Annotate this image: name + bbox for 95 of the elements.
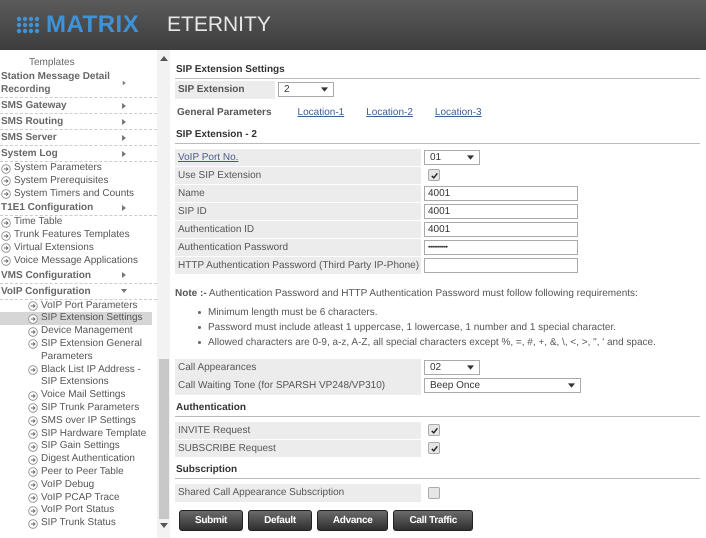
menu-item[interactable]: SIP Trunk Status xyxy=(0,517,152,530)
arrow-icon xyxy=(28,301,38,312)
arrow-icon xyxy=(28,365,38,376)
menu-item[interactable]: System Prerequisites xyxy=(0,174,157,188)
dropdown-icon xyxy=(568,383,575,388)
menu-item[interactable]: Voice Message Applications xyxy=(0,254,157,268)
parameter-tab[interactable]: General Parameters xyxy=(177,106,272,118)
arrow-icon xyxy=(28,429,38,440)
requirement-text: Password must include atleast 1 uppercase, 1 lowercase, 1 number and 1 special character. xyxy=(208,321,616,335)
dropdown-icon xyxy=(467,365,474,370)
field-label: Call Appearances xyxy=(175,359,421,376)
field-label: SIP ID xyxy=(175,202,421,220)
arrow-icon xyxy=(28,493,38,504)
menu-item[interactable]: SIP Hardware Template xyxy=(0,428,152,440)
extension-select[interactable]: 2 xyxy=(278,82,334,98)
field-label: Name xyxy=(175,184,421,202)
requirement-text: Minimum length must be 6 characters. xyxy=(208,306,378,320)
menu-item[interactable]: SIP Extension Settings xyxy=(0,312,152,326)
checkbox[interactable] xyxy=(428,486,440,499)
field-label: HTTP Authentication Password (Third Party IP-Phone) xyxy=(175,256,421,274)
field-label: INVITE Request xyxy=(175,422,421,439)
action-button[interactable]: Advance xyxy=(316,510,388,530)
scroll-up-icon[interactable] xyxy=(160,56,168,61)
arrow-icon xyxy=(28,518,38,529)
arrow-icon xyxy=(28,416,38,426)
bullet-icon xyxy=(198,311,201,314)
arrow-icon xyxy=(28,480,38,490)
input-field[interactable]: 4001 xyxy=(424,186,578,201)
menu-item[interactable]: Voice Mail Settings xyxy=(0,389,152,402)
checkbox[interactable] xyxy=(428,442,440,454)
field-label: SIP Extension xyxy=(175,81,275,98)
logo-text: MATRIX xyxy=(46,11,140,39)
field-label: SUBSCRIBE Request xyxy=(175,440,421,457)
menu-item[interactable]: SMS over IP Settings xyxy=(0,414,152,428)
menu-item[interactable]: Device Management xyxy=(0,325,152,338)
arrow-icon xyxy=(28,339,38,350)
menu-item[interactable]: Time Table xyxy=(0,216,157,230)
scrollbar-thumb[interactable] xyxy=(158,359,168,519)
menu-item[interactable]: VoIP Debug xyxy=(0,478,152,492)
action-button[interactable]: Default xyxy=(248,510,312,530)
field-label: Call Waiting Tone (for SPARSH VP248/VP310) xyxy=(175,377,421,394)
menu-item[interactable]: VoIP Port Status xyxy=(0,504,152,518)
arrow-icon xyxy=(28,442,38,452)
section-heading: SIP Extension - 2 xyxy=(175,126,700,144)
section-heading: Authentication xyxy=(175,398,700,416)
action-button[interactable]: Call Traffic xyxy=(393,510,474,530)
bullet-icon xyxy=(198,341,201,344)
dropdown-icon xyxy=(321,87,328,92)
menu-item[interactable]: Digest Authentication xyxy=(0,453,152,466)
menu-item[interactable]: VoIP PCAP Trace xyxy=(0,492,152,504)
parameter-tab[interactable]: Location-2 xyxy=(366,106,413,118)
menu-item[interactable]: Trunk Features Templates xyxy=(0,229,157,242)
checkbox[interactable] xyxy=(428,424,440,436)
menu-item[interactable]: SIP Extension General Parameters xyxy=(0,338,152,364)
menu-item[interactable]: System Parameters xyxy=(0,162,157,175)
menu-item[interactable]: Templates xyxy=(0,56,157,69)
parameter-tab[interactable]: Location-3 xyxy=(434,106,482,118)
arrow-icon xyxy=(28,403,38,414)
input-field[interactable]: 4001 xyxy=(424,222,578,237)
field-label: Authentication ID xyxy=(175,220,421,238)
scroll-down-icon[interactable] xyxy=(160,523,168,528)
checkbox[interactable] xyxy=(428,169,440,182)
requirement-text: Allowed characters are 0-9, a-z, A-Z, all special characters except %, =, #, +, &, \, <, >, ", ' and space. xyxy=(208,336,656,350)
input-field[interactable] xyxy=(424,258,578,273)
dropdown[interactable]: 01 xyxy=(424,150,480,165)
menu-item[interactable]: SIP Gain Settings xyxy=(0,440,152,454)
menu-item[interactable]: SIP Trunk Parameters xyxy=(0,402,152,415)
field-link[interactable]: VoIP Port No. xyxy=(175,148,421,166)
action-button[interactable]: Submit xyxy=(179,510,244,530)
menu-item[interactable]: Virtual Extensions xyxy=(0,242,157,255)
arrow-icon xyxy=(28,326,38,337)
menu-item[interactable]: VoIP Port Parameters xyxy=(0,300,152,312)
dropdown[interactable]: 02 xyxy=(424,360,480,376)
arrow-icon xyxy=(28,390,38,401)
arrow-icon xyxy=(28,454,38,465)
product-name: ETERNITY xyxy=(167,13,271,37)
section-heading: Subscription xyxy=(175,461,700,479)
field-label: Authentication Password xyxy=(175,238,421,256)
menu-item[interactable]: Black List IP Address - SIP Extensions xyxy=(0,364,152,390)
bullet-icon xyxy=(198,326,201,329)
arrow-icon xyxy=(28,506,38,516)
dropdown[interactable]: Beep Once xyxy=(424,378,581,394)
arrow-icon xyxy=(28,314,38,324)
dropdown-icon xyxy=(467,154,474,160)
logo-icon xyxy=(16,16,40,34)
arrow-icon xyxy=(28,467,38,478)
menu-item[interactable]: Peer to Peer Table xyxy=(0,466,152,479)
input-field[interactable]: 4001 xyxy=(424,204,578,219)
scrollbar[interactable] xyxy=(157,50,170,538)
field-label: Shared Call Appearance Subscription xyxy=(175,484,421,502)
note-text: Note :- Authentication Password and HTTP Authentication Password must follow following requirements: xyxy=(175,288,639,299)
menu-item[interactable]: System Timers and Counts xyxy=(0,188,157,200)
parameter-tab[interactable]: Location-1 xyxy=(298,106,344,118)
section-heading: SIP Extension Settings xyxy=(175,61,700,79)
field-label: Use SIP Extension xyxy=(175,166,421,184)
